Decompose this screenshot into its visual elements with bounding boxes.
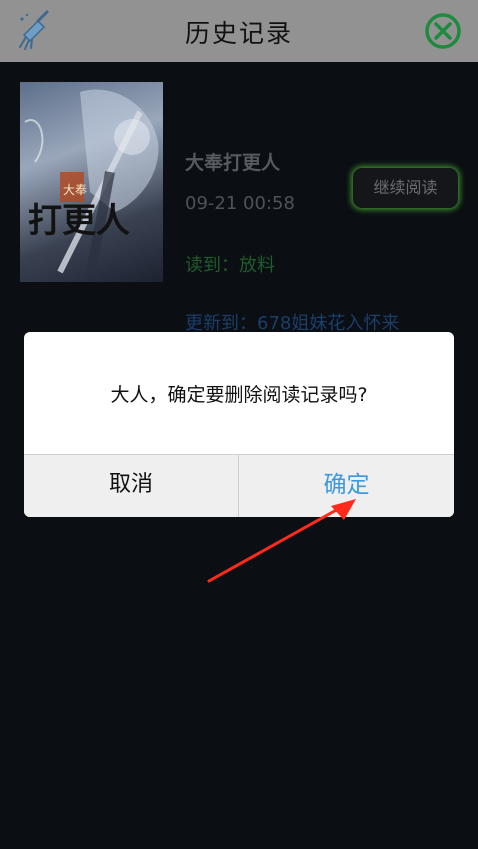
annotation-arrow: [207, 499, 356, 583]
